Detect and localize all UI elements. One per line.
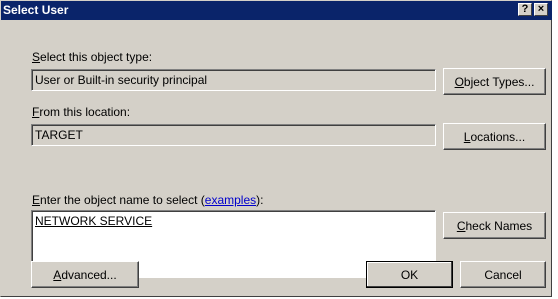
title-bar[interactable]: Select User ? ×	[1, 1, 552, 20]
location-value: TARGET	[35, 128, 83, 142]
object-type-field: User or Built-in security principal	[31, 69, 436, 91]
location-label: From this location:	[32, 105, 131, 119]
help-button[interactable]: ?	[518, 3, 532, 16]
object-name-label: Enter the object name to select (example…	[32, 193, 264, 207]
object-name-value: NETWORK SERVICE	[35, 214, 153, 228]
location-field: TARGET	[31, 124, 436, 146]
cancel-button[interactable]: Cancel	[460, 261, 546, 288]
check-names-button[interactable]: Check Names	[443, 212, 546, 239]
select-user-dialog: Select User ? × Select this object type:…	[0, 0, 552, 297]
close-button[interactable]: ×	[534, 3, 548, 16]
examples-link[interactable]: examples	[205, 193, 256, 207]
object-type-value: User or Built-in security principal	[35, 73, 208, 87]
locations-button[interactable]: Locations...	[443, 123, 546, 150]
object-type-label: Select this object type:	[32, 50, 153, 64]
object-types-button[interactable]: Object Types...	[443, 68, 546, 95]
close-icon: ×	[537, 3, 545, 15]
advanced-button[interactable]: Advanced...	[31, 261, 139, 288]
ok-button[interactable]: OK	[366, 261, 453, 288]
help-icon: ?	[521, 3, 529, 15]
window-title: Select User	[3, 3, 69, 17]
